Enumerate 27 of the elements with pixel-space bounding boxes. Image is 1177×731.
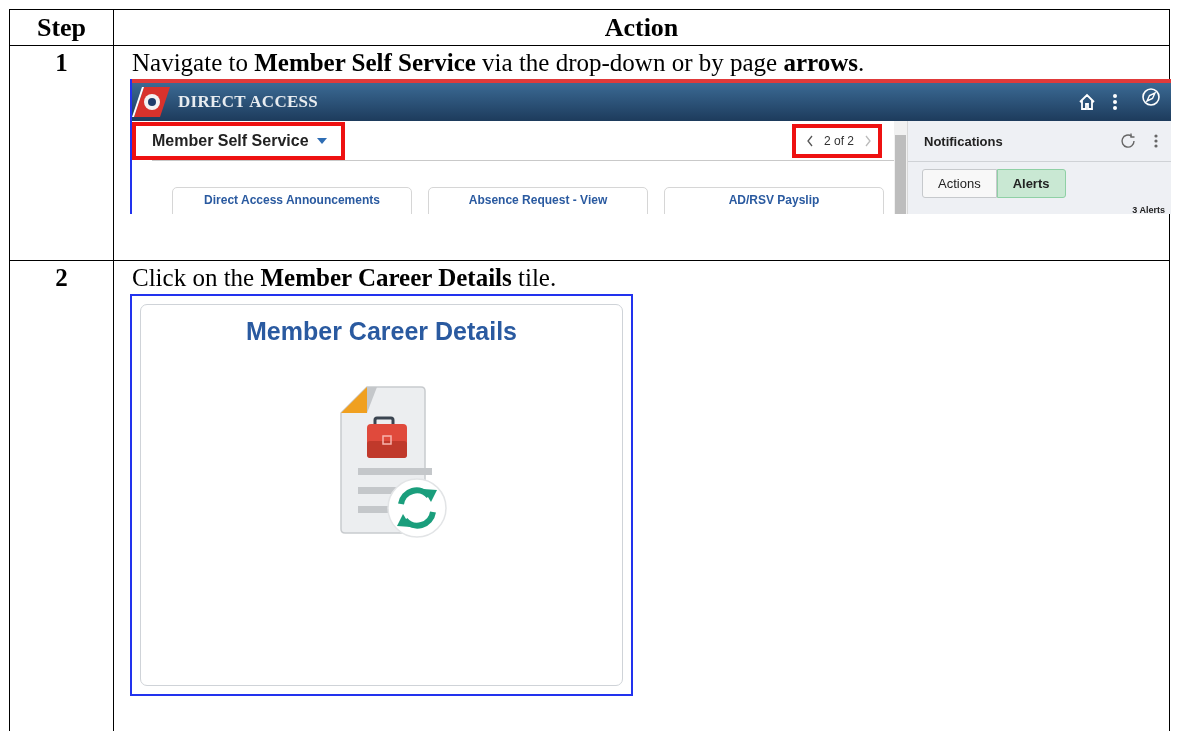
home-icon[interactable] (1077, 92, 1097, 112)
career-details-tile[interactable]: Member Career Details (140, 304, 623, 686)
step-number: 2 (55, 264, 68, 291)
step-number: 1 (55, 49, 68, 76)
more-options-icon[interactable] (1153, 133, 1159, 149)
app-title: DIRECT ACCESS (178, 92, 319, 112)
homepage-dropdown[interactable]: Member Self Service (132, 121, 345, 160)
alert-count: 3 Alerts (1132, 205, 1165, 214)
scrollbar[interactable] (894, 121, 907, 214)
panel-title: Notifications (924, 133, 1003, 149)
instruction-text: Navigate to Member Self Service via the drop-down or by page arrows. (132, 48, 866, 78)
instruction-text: Click on the Member Career Details tile. (132, 263, 558, 293)
emblem-logo-icon (132, 87, 170, 117)
page-indicator: 2 of 2 (823, 133, 854, 148)
tile[interactable]: AD/RSV Payslip (664, 187, 884, 214)
segment-tab[interactable]: Alerts (996, 169, 1066, 198)
refresh-icon[interactable] (1119, 132, 1137, 150)
caret-icon (316, 137, 327, 144)
tile[interactable]: Direct Access Announcements (172, 187, 412, 214)
column-header: Step (9, 9, 114, 46)
more-options-icon[interactable] (1111, 92, 1119, 112)
column-header: Action (113, 9, 1170, 46)
chevron-left-icon[interactable] (805, 134, 814, 147)
tile-title: Member Career Details (246, 317, 517, 346)
tile[interactable]: Absence Request - View (428, 187, 648, 214)
segment-tab[interactable]: Actions (922, 169, 997, 198)
compass-icon[interactable] (1141, 87, 1161, 107)
